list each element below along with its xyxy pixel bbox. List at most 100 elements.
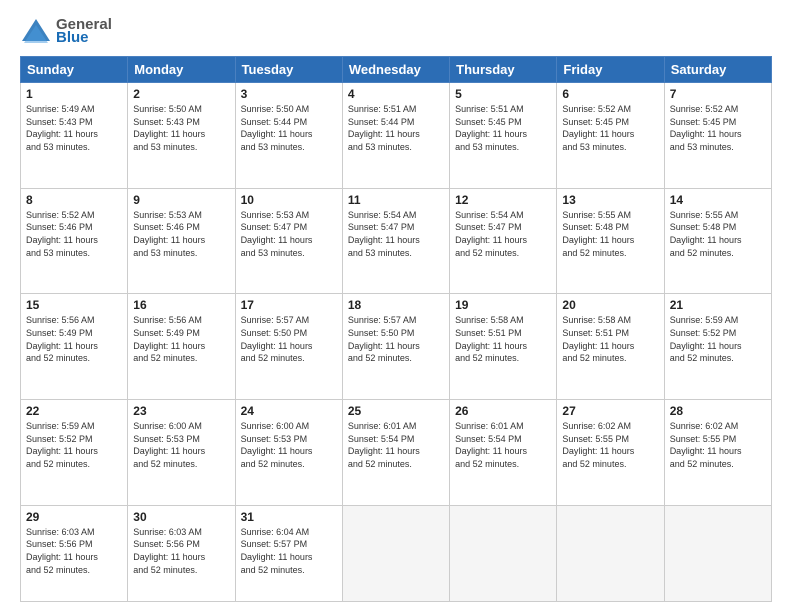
- day-info: Sunrise: 6:03 AM Sunset: 5:56 PM Dayligh…: [26, 526, 122, 576]
- week-row-3: 15 Sunrise: 5:56 AM Sunset: 5:49 PM Dayli…: [21, 294, 772, 400]
- day-number: 24: [241, 404, 337, 418]
- week-row-4: 22 Sunrise: 5:59 AM Sunset: 5:52 PM Dayli…: [21, 400, 772, 506]
- day-info: Sunrise: 5:57 AM Sunset: 5:50 PM Dayligh…: [348, 314, 444, 364]
- day-info: Sunrise: 5:59 AM Sunset: 5:52 PM Dayligh…: [26, 420, 122, 470]
- day-cell: 10 Sunrise: 5:53 AM Sunset: 5:47 PM Dayli…: [235, 188, 342, 294]
- day-info: Sunrise: 5:59 AM Sunset: 5:52 PM Dayligh…: [670, 314, 766, 364]
- day-cell: 30Sunrise: 6:03 AM Sunset: 5:56 PM Dayli…: [128, 505, 235, 601]
- day-info: Sunrise: 5:52 AM Sunset: 5:45 PM Dayligh…: [562, 103, 658, 153]
- day-number: 25: [348, 404, 444, 418]
- day-cell: 12 Sunrise: 5:54 AM Sunset: 5:47 PM Dayli…: [450, 188, 557, 294]
- day-number: 27: [562, 404, 658, 418]
- day-number: 15: [26, 298, 122, 312]
- day-cell: 6 Sunrise: 5:52 AM Sunset: 5:45 PM Daylig…: [557, 83, 664, 189]
- day-number: 31: [241, 510, 337, 524]
- day-info: Sunrise: 5:56 AM Sunset: 5:49 PM Dayligh…: [133, 314, 229, 364]
- day-cell: 5 Sunrise: 5:51 AM Sunset: 5:45 PM Daylig…: [450, 83, 557, 189]
- day-info: Sunrise: 5:57 AM Sunset: 5:50 PM Dayligh…: [241, 314, 337, 364]
- day-cell: 13 Sunrise: 5:55 AM Sunset: 5:48 PM Dayli…: [557, 188, 664, 294]
- day-info: Sunrise: 6:02 AM Sunset: 5:55 PM Dayligh…: [670, 420, 766, 470]
- day-number: 2: [133, 87, 229, 101]
- day-cell: 21 Sunrise: 5:59 AM Sunset: 5:52 PM Dayli…: [664, 294, 771, 400]
- day-number: 10: [241, 193, 337, 207]
- day-cell: 29 Sunrise: 6:03 AM Sunset: 5:56 PM Dayli…: [21, 505, 128, 601]
- col-saturday: Saturday: [664, 57, 771, 83]
- day-number: 6: [562, 87, 658, 101]
- day-info: Sunrise: 5:58 AM Sunset: 5:51 PM Dayligh…: [455, 314, 551, 364]
- day-cell: 9Sunrise: 5:53 AM Sunset: 5:46 PM Daylig…: [128, 188, 235, 294]
- day-cell: 11 Sunrise: 5:54 AM Sunset: 5:47 PM Dayli…: [342, 188, 449, 294]
- day-cell: 27 Sunrise: 6:02 AM Sunset: 5:55 PM Dayli…: [557, 400, 664, 506]
- day-cell: 15Sunrise: 5:56 AM Sunset: 5:49 PM Dayli…: [21, 294, 128, 400]
- day-number: 17: [241, 298, 337, 312]
- col-wednesday: Wednesday: [342, 57, 449, 83]
- day-number: 20: [562, 298, 658, 312]
- day-cell: 14Sunrise: 5:55 AM Sunset: 5:48 PM Dayli…: [664, 188, 771, 294]
- calendar-table: Sunday Monday Tuesday Wednesday Thursday…: [20, 56, 772, 602]
- day-info: Sunrise: 5:51 AM Sunset: 5:44 PM Dayligh…: [348, 103, 444, 153]
- day-cell: 17 Sunrise: 5:57 AM Sunset: 5:50 PM Dayli…: [235, 294, 342, 400]
- col-sunday: Sunday: [21, 57, 128, 83]
- day-info: Sunrise: 5:50 AM Sunset: 5:44 PM Dayligh…: [241, 103, 337, 153]
- col-monday: Monday: [128, 57, 235, 83]
- day-number: 3: [241, 87, 337, 101]
- day-cell: 7Sunrise: 5:52 AM Sunset: 5:45 PM Daylig…: [664, 83, 771, 189]
- day-number: 18: [348, 298, 444, 312]
- day-number: 26: [455, 404, 551, 418]
- day-cell: 2 Sunrise: 5:50 AM Sunset: 5:43 PM Daylig…: [128, 83, 235, 189]
- day-info: Sunrise: 5:52 AM Sunset: 5:46 PM Dayligh…: [26, 209, 122, 259]
- day-number: 28: [670, 404, 766, 418]
- day-cell: [664, 505, 771, 601]
- col-tuesday: Tuesday: [235, 57, 342, 83]
- day-number: 14: [670, 193, 766, 207]
- day-cell: 31 Sunrise: 6:04 AM Sunset: 5:57 PM Dayli…: [235, 505, 342, 601]
- day-info: Sunrise: 5:49 AM Sunset: 5:43 PM Dayligh…: [26, 103, 122, 153]
- day-number: 12: [455, 193, 551, 207]
- week-row-1: 1 Sunrise: 5:49 AM Sunset: 5:43 PM Daylig…: [21, 83, 772, 189]
- day-cell: 4 Sunrise: 5:51 AM Sunset: 5:44 PM Daylig…: [342, 83, 449, 189]
- day-number: 11: [348, 193, 444, 207]
- week-row-2: 8 Sunrise: 5:52 AM Sunset: 5:46 PM Daylig…: [21, 188, 772, 294]
- day-info: Sunrise: 6:01 AM Sunset: 5:54 PM Dayligh…: [455, 420, 551, 470]
- day-cell: 23 Sunrise: 6:00 AM Sunset: 5:53 PM Dayli…: [128, 400, 235, 506]
- day-info: Sunrise: 6:02 AM Sunset: 5:55 PM Dayligh…: [562, 420, 658, 470]
- page: General Blue Sunday Monday Tuesday Wedne…: [0, 0, 792, 612]
- day-number: 29: [26, 510, 122, 524]
- day-number: 8: [26, 193, 122, 207]
- day-cell: 8 Sunrise: 5:52 AM Sunset: 5:46 PM Daylig…: [21, 188, 128, 294]
- day-number: 13: [562, 193, 658, 207]
- day-info: Sunrise: 5:51 AM Sunset: 5:45 PM Dayligh…: [455, 103, 551, 153]
- day-info: Sunrise: 5:55 AM Sunset: 5:48 PM Dayligh…: [562, 209, 658, 259]
- day-cell: 19 Sunrise: 5:58 AM Sunset: 5:51 PM Dayli…: [450, 294, 557, 400]
- day-number: 19: [455, 298, 551, 312]
- day-cell: 3 Sunrise: 5:50 AM Sunset: 5:44 PM Daylig…: [235, 83, 342, 189]
- col-thursday: Thursday: [450, 57, 557, 83]
- day-info: Sunrise: 6:04 AM Sunset: 5:57 PM Dayligh…: [241, 526, 337, 576]
- day-cell: 18 Sunrise: 5:57 AM Sunset: 5:50 PM Dayli…: [342, 294, 449, 400]
- day-number: 4: [348, 87, 444, 101]
- day-info: Sunrise: 5:53 AM Sunset: 5:47 PM Dayligh…: [241, 209, 337, 259]
- day-number: 23: [133, 404, 229, 418]
- day-info: Sunrise: 6:03 AM Sunset: 5:56 PM Dayligh…: [133, 526, 229, 576]
- day-number: 22: [26, 404, 122, 418]
- logo: General Blue: [20, 16, 112, 46]
- day-number: 21: [670, 298, 766, 312]
- day-info: Sunrise: 5:54 AM Sunset: 5:47 PM Dayligh…: [348, 209, 444, 259]
- logo-icon: [20, 17, 52, 45]
- day-info: Sunrise: 5:50 AM Sunset: 5:43 PM Dayligh…: [133, 103, 229, 153]
- day-cell: 22 Sunrise: 5:59 AM Sunset: 5:52 PM Dayli…: [21, 400, 128, 506]
- day-cell: 16 Sunrise: 5:56 AM Sunset: 5:49 PM Dayli…: [128, 294, 235, 400]
- day-info: Sunrise: 6:00 AM Sunset: 5:53 PM Dayligh…: [241, 420, 337, 470]
- header: General Blue: [20, 16, 772, 46]
- header-row: Sunday Monday Tuesday Wednesday Thursday…: [21, 57, 772, 83]
- day-info: Sunrise: 5:52 AM Sunset: 5:45 PM Dayligh…: [670, 103, 766, 153]
- day-number: 5: [455, 87, 551, 101]
- day-cell: 26 Sunrise: 6:01 AM Sunset: 5:54 PM Dayli…: [450, 400, 557, 506]
- day-cell: 1 Sunrise: 5:49 AM Sunset: 5:43 PM Daylig…: [21, 83, 128, 189]
- day-info: Sunrise: 5:54 AM Sunset: 5:47 PM Dayligh…: [455, 209, 551, 259]
- day-number: 16: [133, 298, 229, 312]
- day-number: 1: [26, 87, 122, 101]
- day-cell: 20Sunrise: 5:58 AM Sunset: 5:51 PM Dayli…: [557, 294, 664, 400]
- col-friday: Friday: [557, 57, 664, 83]
- day-info: Sunrise: 6:00 AM Sunset: 5:53 PM Dayligh…: [133, 420, 229, 470]
